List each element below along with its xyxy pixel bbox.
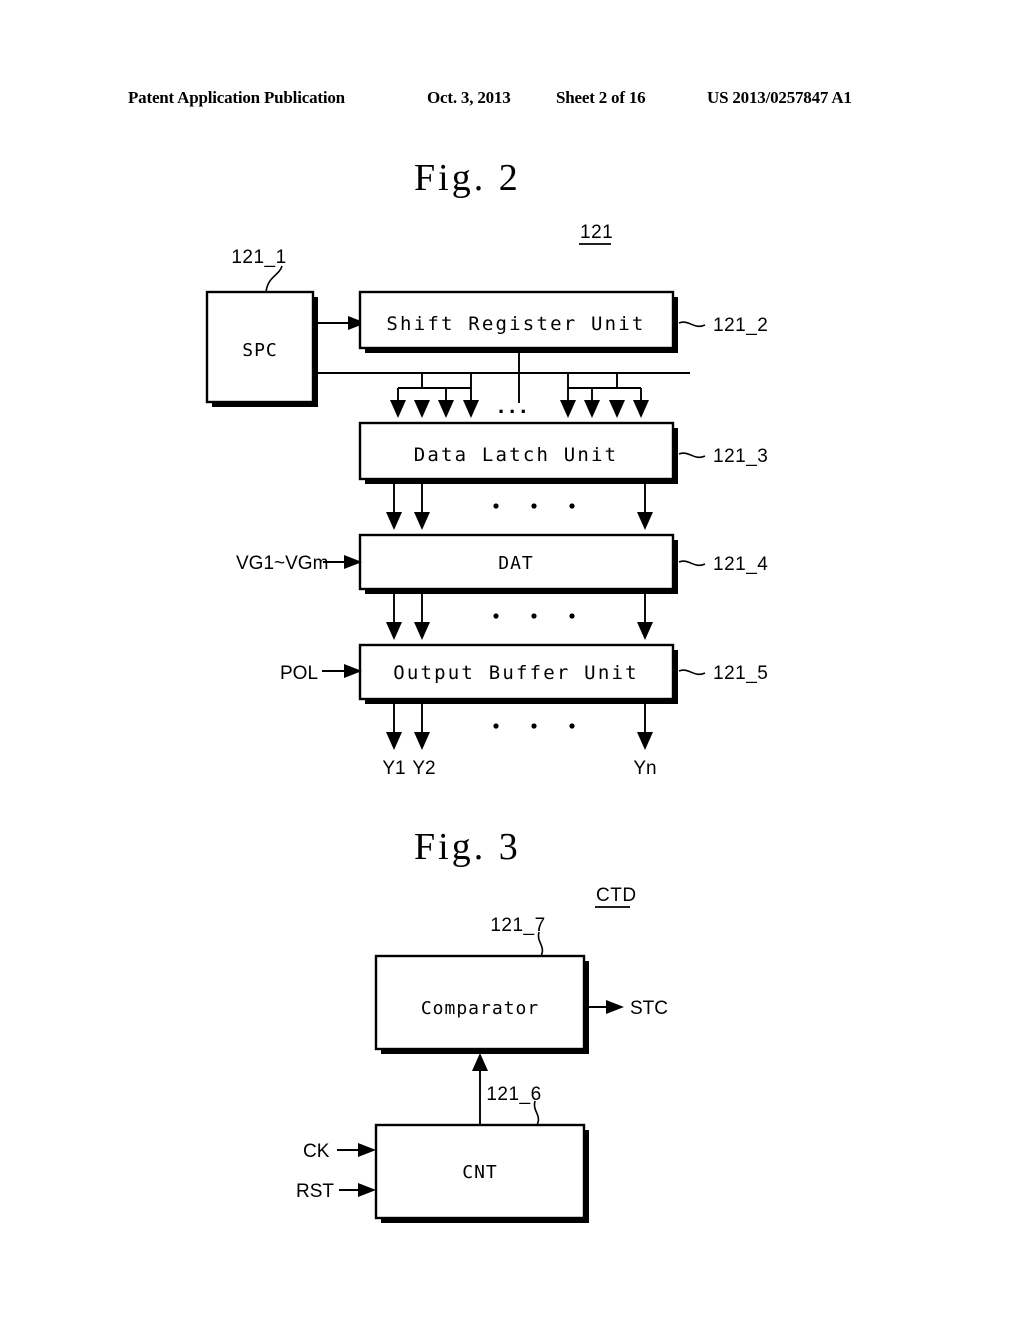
figure-3-top-reference: CTD [596,885,637,906]
input-ck-label: CK [303,1141,330,1162]
output-stc: STC [589,998,668,1019]
block-cnt-label: CNT [462,1162,498,1183]
ref-label-121-7: 121_7 [490,915,545,936]
figure-3-diagram: CTD Comparator 121_7 STC CNT 121_6 CK RS… [296,885,668,1223]
block-comparator: Comparator [374,954,589,1054]
input-ck: CK [303,1141,376,1162]
block-comparator-label: Comparator [421,998,539,1019]
input-rst-label: RST [296,1181,334,1202]
block-cnt: CNT [374,1123,589,1223]
input-rst: RST [296,1181,376,1202]
ref-label-121-6: 121_6 [486,1084,541,1105]
output-stc-label: STC [630,998,668,1019]
